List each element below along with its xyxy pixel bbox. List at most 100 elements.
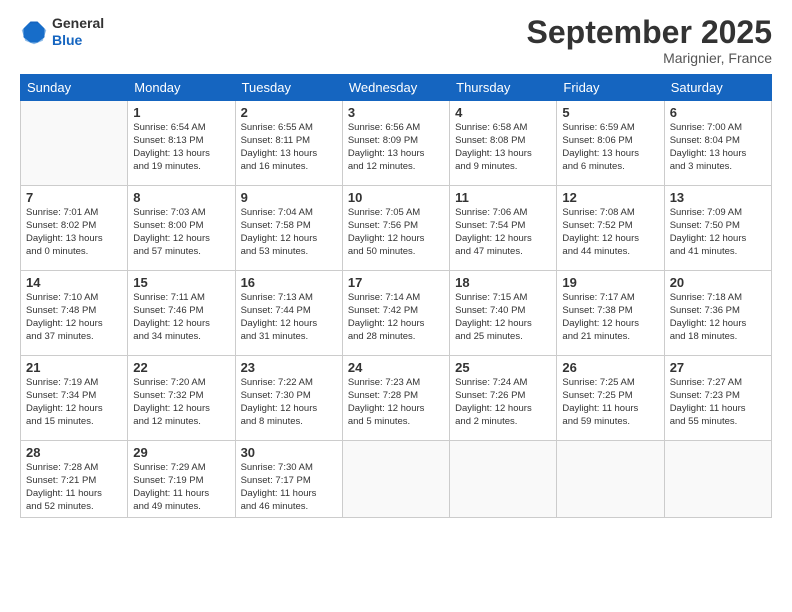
calendar-cell: 4Sunrise: 6:58 AMSunset: 8:08 PMDaylight… [450,101,557,186]
calendar-cell [342,441,449,518]
header: General Blue September 2025 Marignier, F… [20,15,772,66]
day-number: 13 [670,190,766,205]
day-number: 30 [241,445,337,460]
day-info: Sunrise: 7:19 AMSunset: 7:34 PMDaylight:… [26,377,122,428]
calendar-cell: 26Sunrise: 7:25 AMSunset: 7:25 PMDayligh… [557,356,664,441]
calendar-week-4: 21 Sunrise: 7:19 AMSunset: 7:34 PMDayligh… [21,356,772,441]
day-number: 24 [348,360,444,375]
day-number: 21 [26,360,122,375]
day-info: Sunrise: 7:30 AMSunset: 7:17 PMDaylight:… [241,462,337,513]
calendar-cell: 7Sunrise: 7:01 AMSunset: 8:02 PMDaylight… [21,186,128,271]
day-info: Sunrise: 7:28 AMSunset: 7:21 PMDaylight:… [26,462,122,513]
calendar-cell: 1 Sunrise: 6:54 AMSunset: 8:13 PMDaylight… [128,101,235,186]
day-number: 26 [562,360,658,375]
calendar-cell: 18 Sunrise: 7:15 AMSunset: 7:40 PMDayligh… [450,271,557,356]
calendar-week-2: 7Sunrise: 7:01 AMSunset: 8:02 PMDaylight… [21,186,772,271]
day-number: 15 [133,275,229,290]
day-info: Sunrise: 7:00 AMSunset: 8:04 PMDaylight:… [670,122,766,173]
calendar-cell: 6 Sunrise: 7:00 AMSunset: 8:04 PMDaylight… [664,101,771,186]
day-info: Sunrise: 7:10 AMSunset: 7:48 PMDaylight:… [26,292,122,343]
day-info: Sunrise: 7:20 AMSunset: 7:32 PMDaylight:… [133,377,229,428]
logo-general: General [52,15,104,32]
day-info: Sunrise: 7:06 AMSunset: 7:54 PMDaylight:… [455,207,551,258]
day-number: 11 [455,190,551,205]
calendar-cell: 27 Sunrise: 7:27 AMSunset: 7:23 PMDayligh… [664,356,771,441]
day-info: Sunrise: 7:18 AMSunset: 7:36 PMDaylight:… [670,292,766,343]
day-info: Sunrise: 7:15 AMSunset: 7:40 PMDaylight:… [455,292,551,343]
day-info: Sunrise: 7:01 AMSunset: 8:02 PMDaylight:… [26,207,122,258]
col-header-tuesday: Tuesday [235,75,342,101]
calendar-cell: 5Sunrise: 6:59 AMSunset: 8:06 PMDaylight… [557,101,664,186]
calendar-cell [21,101,128,186]
day-info: Sunrise: 7:04 AMSunset: 7:58 PMDaylight:… [241,207,337,258]
calendar-cell [450,441,557,518]
calendar-cell [664,441,771,518]
calendar-cell: 24 Sunrise: 7:23 AMSunset: 7:28 PMDayligh… [342,356,449,441]
calendar-cell: 20 Sunrise: 7:18 AMSunset: 7:36 PMDayligh… [664,271,771,356]
day-info: Sunrise: 7:29 AMSunset: 7:19 PMDaylight:… [133,462,229,513]
day-number: 12 [562,190,658,205]
day-info: Sunrise: 6:54 AMSunset: 8:13 PMDaylight:… [133,122,229,173]
month-title: September 2025 [527,15,772,50]
day-number: 25 [455,360,551,375]
col-header-thursday: Thursday [450,75,557,101]
calendar-cell: 10Sunrise: 7:05 AMSunset: 7:56 PMDayligh… [342,186,449,271]
calendar-week-5: 28 Sunrise: 7:28 AMSunset: 7:21 PMDayligh… [21,441,772,518]
calendar-cell: 25 Sunrise: 7:24 AMSunset: 7:26 PMDayligh… [450,356,557,441]
day-info: Sunrise: 6:55 AMSunset: 8:11 PMDaylight:… [241,122,337,173]
calendar-page: General Blue September 2025 Marignier, F… [0,0,792,612]
day-info: Sunrise: 7:22 AMSunset: 7:30 PMDaylight:… [241,377,337,428]
day-info: Sunrise: 6:56 AMSunset: 8:09 PMDaylight:… [348,122,444,173]
calendar-cell: 23 Sunrise: 7:22 AMSunset: 7:30 PMDayligh… [235,356,342,441]
calendar-cell: 3 Sunrise: 6:56 AMSunset: 8:09 PMDaylight… [342,101,449,186]
day-info: Sunrise: 7:14 AMSunset: 7:42 PMDaylight:… [348,292,444,343]
day-number: 17 [348,275,444,290]
logo-text: General Blue [52,15,104,49]
calendar-week-1: 1 Sunrise: 6:54 AMSunset: 8:13 PMDaylight… [21,101,772,186]
day-number: 1 [133,105,229,120]
day-info: Sunrise: 7:08 AMSunset: 7:52 PMDaylight:… [562,207,658,258]
day-number: 20 [670,275,766,290]
col-header-wednesday: Wednesday [342,75,449,101]
day-number: 9 [241,190,337,205]
calendar-cell: 13 Sunrise: 7:09 AMSunset: 7:50 PMDayligh… [664,186,771,271]
calendar-cell: 16Sunrise: 7:13 AMSunset: 7:44 PMDayligh… [235,271,342,356]
calendar-cell: 29Sunrise: 7:29 AMSunset: 7:19 PMDayligh… [128,441,235,518]
calendar-cell: 11 Sunrise: 7:06 AMSunset: 7:54 PMDayligh… [450,186,557,271]
calendar-cell: 8 Sunrise: 7:03 AMSunset: 8:00 PMDaylight… [128,186,235,271]
day-number: 27 [670,360,766,375]
day-info: Sunrise: 7:17 AMSunset: 7:38 PMDaylight:… [562,292,658,343]
day-number: 8 [133,190,229,205]
day-number: 16 [241,275,337,290]
day-number: 28 [26,445,122,460]
calendar-table: SundayMondayTuesdayWednesdayThursdayFrid… [20,74,772,518]
day-number: 14 [26,275,122,290]
day-number: 10 [348,190,444,205]
calendar-week-3: 14 Sunrise: 7:10 AMSunset: 7:48 PMDayligh… [21,271,772,356]
calendar-cell: 17 Sunrise: 7:14 AMSunset: 7:42 PMDayligh… [342,271,449,356]
location-subtitle: Marignier, France [527,50,772,66]
day-number: 19 [562,275,658,290]
day-info: Sunrise: 7:27 AMSunset: 7:23 PMDaylight:… [670,377,766,428]
calendar-cell: 12 Sunrise: 7:08 AMSunset: 7:52 PMDayligh… [557,186,664,271]
calendar-cell: 28 Sunrise: 7:28 AMSunset: 7:21 PMDayligh… [21,441,128,518]
day-number: 22 [133,360,229,375]
day-info: Sunrise: 7:03 AMSunset: 8:00 PMDaylight:… [133,207,229,258]
day-info: Sunrise: 6:58 AMSunset: 8:08 PMDaylight:… [455,122,551,173]
day-info: Sunrise: 7:24 AMSunset: 7:26 PMDaylight:… [455,377,551,428]
day-number: 2 [241,105,337,120]
day-number: 18 [455,275,551,290]
day-info: Sunrise: 7:09 AMSunset: 7:50 PMDaylight:… [670,207,766,258]
day-number: 6 [670,105,766,120]
calendar-cell: 22 Sunrise: 7:20 AMSunset: 7:32 PMDayligh… [128,356,235,441]
col-header-saturday: Saturday [664,75,771,101]
logo-blue: Blue [52,32,104,49]
day-number: 5 [562,105,658,120]
col-header-sunday: Sunday [21,75,128,101]
day-info: Sunrise: 7:11 AMSunset: 7:46 PMDaylight:… [133,292,229,343]
calendar-header-row: SundayMondayTuesdayWednesdayThursdayFrid… [21,75,772,101]
day-info: Sunrise: 7:23 AMSunset: 7:28 PMDaylight:… [348,377,444,428]
calendar-cell: 21 Sunrise: 7:19 AMSunset: 7:34 PMDayligh… [21,356,128,441]
day-number: 3 [348,105,444,120]
day-number: 23 [241,360,337,375]
